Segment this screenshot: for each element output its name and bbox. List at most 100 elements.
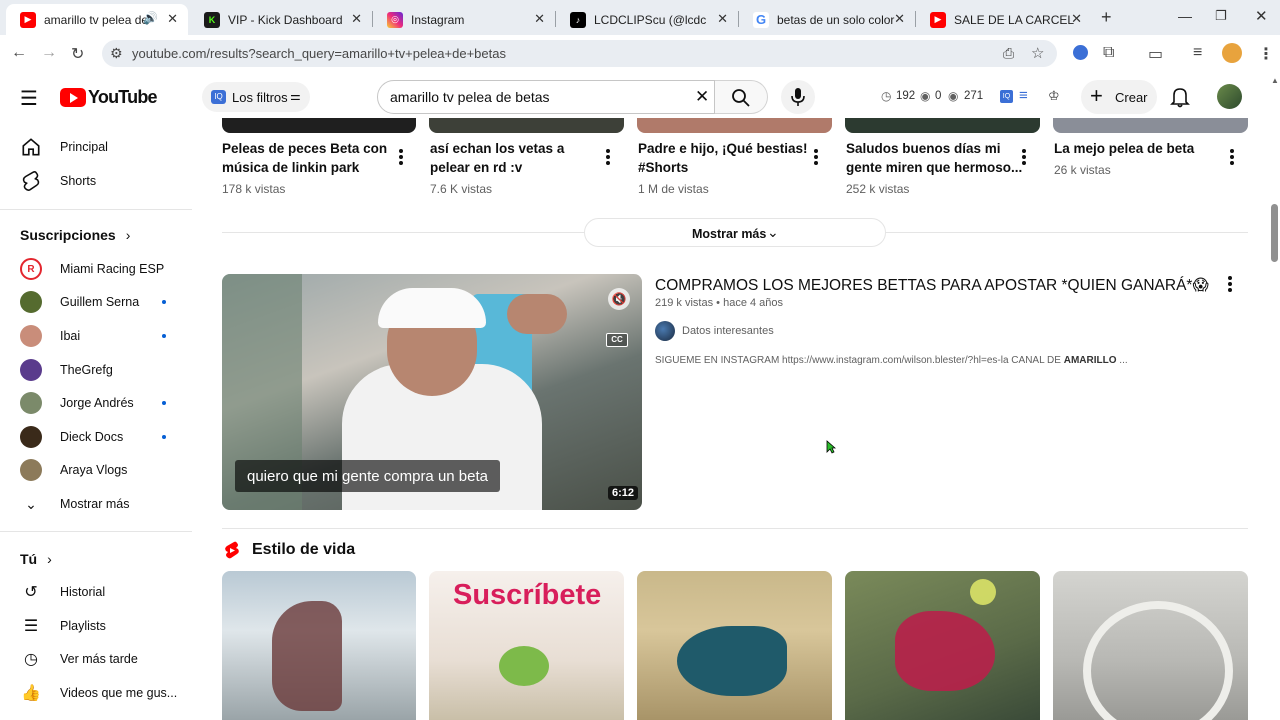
more-actions-icon[interactable] — [1021, 149, 1027, 167]
notifications-bell-icon[interactable] — [1170, 86, 1190, 108]
youtube-logo[interactable]: YouTube — [60, 87, 158, 108]
close-icon[interactable]: ✕ — [534, 11, 545, 27]
sidebar-item-liked-videos[interactable]: 👍 Videos que me gus... — [0, 676, 192, 710]
kick-icon: K — [204, 11, 220, 28]
light-glare-shape — [970, 579, 996, 605]
sidebar-item-subscription[interactable]: R Miami Racing ESP — [0, 252, 192, 286]
menu-kebab-icon[interactable]: ⋮ — [1258, 44, 1274, 64]
short-title[interactable]: así echan los vetas a pelear en rd :v — [430, 139, 564, 177]
youtube-icon: ▶ — [930, 11, 946, 28]
short-thumbnail[interactable] — [845, 118, 1040, 133]
video-description: SIGUEME EN INSTAGRAM https://www.instagr… — [655, 355, 1128, 366]
sidebar-item-subscription[interactable]: Guillem Serna — [0, 285, 192, 319]
closed-captions-icon[interactable]: CC — [606, 333, 628, 347]
search-button[interactable] — [715, 80, 768, 114]
hamburger-menu-icon[interactable]: ☰ — [20, 86, 38, 111]
you-header[interactable]: Tú › — [20, 551, 52, 567]
subscriptions-header[interactable]: Suscripciones › — [20, 227, 130, 243]
bowl-shape — [1083, 601, 1233, 720]
channel-avatar — [20, 291, 42, 313]
channel-name[interactable]: Datos interesantes — [682, 325, 774, 337]
close-icon[interactable]: ✕ — [1071, 11, 1082, 27]
sidebar-item-subscription[interactable]: Jorge Andrés — [0, 386, 192, 420]
site-info-icon[interactable]: ⚙ — [110, 45, 123, 62]
tab-google-search[interactable]: G betas de un solo color com ✕ — [739, 4, 915, 35]
video-duration: 6:12 — [608, 486, 639, 500]
restore-icon[interactable]: ❐ — [1215, 8, 1227, 24]
lifestyle-short-thumbnail[interactable] — [1053, 571, 1248, 720]
reload-icon[interactable]: ↻ — [71, 44, 84, 64]
extension-icon[interactable] — [1073, 45, 1088, 60]
speaker-icon[interactable]: 🔊 — [143, 11, 158, 25]
more-actions-icon[interactable] — [1227, 276, 1233, 294]
trophy-icon[interactable]: ♔ — [1048, 88, 1060, 104]
tab-kick-dashboard[interactable]: K VIP - Kick Dashboard ✕ — [190, 4, 372, 35]
tab-youtube-video[interactable]: ▶ SALE DE LA CARCEL Y GAN ✕ — [916, 4, 1092, 35]
clear-search-icon[interactable]: ✕ — [695, 87, 709, 107]
sidebar-show-more[interactable]: ⌄ Mostrar más — [0, 487, 192, 521]
list-icon[interactable]: ≡ — [1019, 87, 1028, 104]
scroll-up-arrow-icon[interactable]: ▲ — [1271, 76, 1279, 85]
sidebar-item-shorts[interactable]: Shorts — [0, 164, 192, 198]
extensions-puzzle-icon[interactable]: ⧉ — [1103, 44, 1114, 62]
close-icon[interactable]: ✕ — [167, 11, 178, 27]
video-thumbnail[interactable]: quiero que mi gente compra un beta CC 🔇 … — [222, 274, 642, 510]
short-thumbnail[interactable] — [429, 118, 624, 133]
account-avatar[interactable] — [1217, 84, 1242, 109]
sidebar-item-subscription[interactable]: Dieck Docs — [0, 420, 192, 454]
filters-button[interactable]: IQ Los filtros ⚌ — [202, 82, 310, 112]
search-input[interactable]: amarillo tv pelea de betas — [390, 89, 550, 105]
voice-search-button[interactable] — [781, 80, 815, 114]
lifestyle-short-thumbnail[interactable]: Suscríbete — [429, 571, 624, 720]
sidebar-item-subscription[interactable]: Araya Vlogs — [0, 453, 192, 487]
more-actions-icon[interactable] — [813, 149, 819, 167]
extension-iq-icon[interactable]: IQ — [1000, 90, 1013, 103]
show-more-button[interactable]: Mostrar más ⌄ — [584, 218, 886, 247]
tab-youtube-search[interactable]: ▶ amarillo tv pelea de be 🔊 ✕ — [6, 4, 188, 35]
short-thumbnail[interactable] — [1053, 118, 1248, 133]
lifestyle-short-thumbnail[interactable] — [637, 571, 832, 720]
sidebar-item-subscription[interactable]: TheGrefg — [0, 353, 192, 387]
bookmark-star-icon[interactable]: ☆ — [1031, 44, 1044, 62]
create-button[interactable]: + Crear — [1081, 80, 1157, 114]
more-actions-icon[interactable] — [398, 149, 404, 167]
close-icon[interactable]: ✕ — [717, 11, 728, 27]
window-close-icon[interactable]: ✕ — [1255, 7, 1268, 25]
short-title[interactable]: La mejo pelea de beta — [1054, 139, 1194, 158]
sidebar-item-principal[interactable]: Principal — [0, 130, 192, 164]
cast-icon[interactable]: ▭ — [1148, 44, 1163, 64]
video-title[interactable]: COMPRAMOS LOS MEJORES BETTAS PARA APOSTA… — [655, 276, 1209, 295]
lifestyle-short-thumbnail[interactable] — [845, 571, 1040, 720]
scrollbar-track[interactable] — [1268, 71, 1280, 720]
minimize-icon[interactable]: — — [1178, 8, 1192, 24]
channel-link[interactable]: Datos interesantes — [655, 321, 774, 341]
media-controls-icon[interactable]: ≡ — [1193, 44, 1202, 62]
thumbnail-cap — [378, 288, 486, 328]
search-input-box[interactable]: amarillo tv pelea de betas ✕ — [377, 80, 715, 114]
sliders-icon: ⚌ — [290, 89, 301, 103]
short-title[interactable]: Padre e hijo, ¡Qué bestias! #Shorts — [638, 139, 808, 177]
profile-avatar[interactable] — [1222, 43, 1242, 63]
mute-icon[interactable]: 🔇 — [608, 288, 630, 310]
tab-instagram[interactable]: ◎ Instagram ✕ — [373, 4, 555, 35]
sidebar-item-watch-later[interactable]: ◷ Ver más tarde — [0, 642, 192, 676]
back-arrow-icon[interactable]: ← — [11, 44, 27, 62]
close-icon[interactable]: ✕ — [351, 11, 362, 27]
install-app-icon[interactable]: ⎙ — [1003, 45, 1014, 62]
scrollbar-thumb[interactable] — [1271, 204, 1278, 262]
close-icon[interactable]: ✕ — [894, 11, 905, 27]
more-actions-icon[interactable] — [605, 149, 611, 167]
short-thumbnail[interactable] — [222, 118, 416, 133]
sidebar-item-playlists[interactable]: ☰ Playlists — [0, 609, 192, 643]
shorts-logo-icon — [225, 541, 239, 559]
new-tab-button[interactable]: + — [1101, 7, 1112, 28]
short-title[interactable]: Peleas de peces Beta con música de linkin… — [222, 139, 387, 177]
tab-tiktok[interactable]: ♪ LCDCLIPScu (@lcdclips) | Ti ✕ — [556, 4, 738, 35]
short-title[interactable]: Saludos buenos días mi gente miren que he… — [846, 139, 1022, 177]
forward-arrow-icon[interactable]: → — [41, 44, 57, 62]
short-thumbnail[interactable] — [637, 118, 832, 133]
sidebar-item-historial[interactable]: ↺ Historial — [0, 575, 192, 609]
lifestyle-short-thumbnail[interactable] — [222, 571, 416, 720]
more-actions-icon[interactable] — [1229, 149, 1235, 167]
sidebar-item-subscription[interactable]: Ibai — [0, 319, 192, 353]
